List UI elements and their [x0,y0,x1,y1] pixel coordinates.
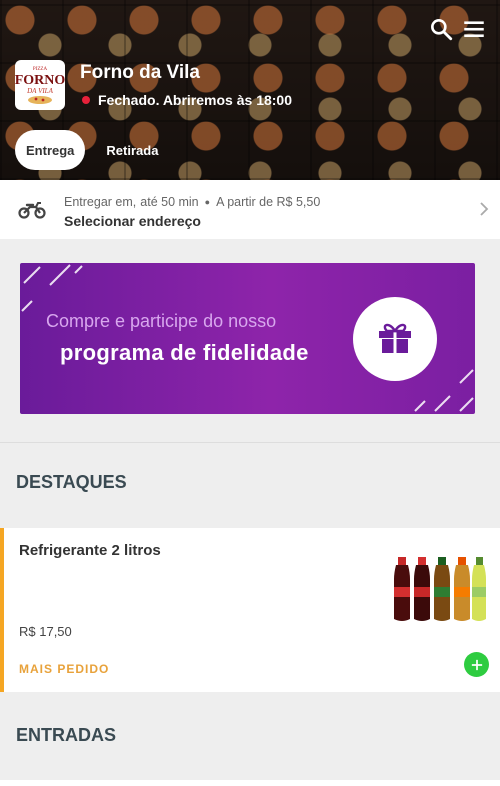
motorcycle-icon [18,197,46,221]
plus-icon [471,656,483,674]
search-icon[interactable] [428,16,454,42]
banner-title: programa de fidelidade [60,340,309,365]
separator-dot: ● [204,197,211,207]
minimum-price: A partir de R$ 5,50 [216,195,321,209]
svg-text:DA VILA: DA VILA [26,87,53,95]
delivery-prefix: Entregar em, [64,195,137,209]
order-type-tabs: Entrega Retirada [15,130,169,170]
next-product-card-edge [0,780,500,786]
menu-icon[interactable] [461,16,487,42]
section-title-destaques: DESTAQUES [16,472,127,492]
status-text: Fechado. Abriremos às 18:00 [98,92,293,108]
gift-icon [375,317,415,362]
product-price: R$ 17,50 [19,624,72,639]
store-name: Forno da Vila [80,62,201,83]
delivery-address-bar[interactable] [0,180,500,239]
delivery-info: Entregar em, até 50 min ● A partir de R$… [64,195,320,209]
store-status: Fechado. Abriremos às 18:00 [82,92,292,108]
tab-entrega[interactable]: Entrega [15,130,86,170]
banner-subtitle: Compre e participe do nosso [46,311,277,331]
gift-badge [353,297,437,381]
product-image [388,545,488,625]
closed-status-dot [82,96,90,104]
svg-text:PIZZA: PIZZA [33,67,48,72]
tab-retirada[interactable]: Retirada [95,130,169,170]
select-address-link[interactable]: Selecionar endereço [64,213,201,229]
add-to-cart-button[interactable] [464,652,489,677]
section-divider [0,442,500,443]
section-title-entradas: ENTRADAS [16,725,117,745]
product-badge: MAIS PEDIDO [19,662,110,676]
svg-text:FORNO: FORNO [15,73,65,88]
chevron-right-icon[interactable] [477,200,491,218]
delivery-time: até 50 min [140,195,199,209]
product-name: Refrigerante 2 litros [19,542,161,559]
store-logo: PIZZA FORNO DA VILA [15,60,65,110]
